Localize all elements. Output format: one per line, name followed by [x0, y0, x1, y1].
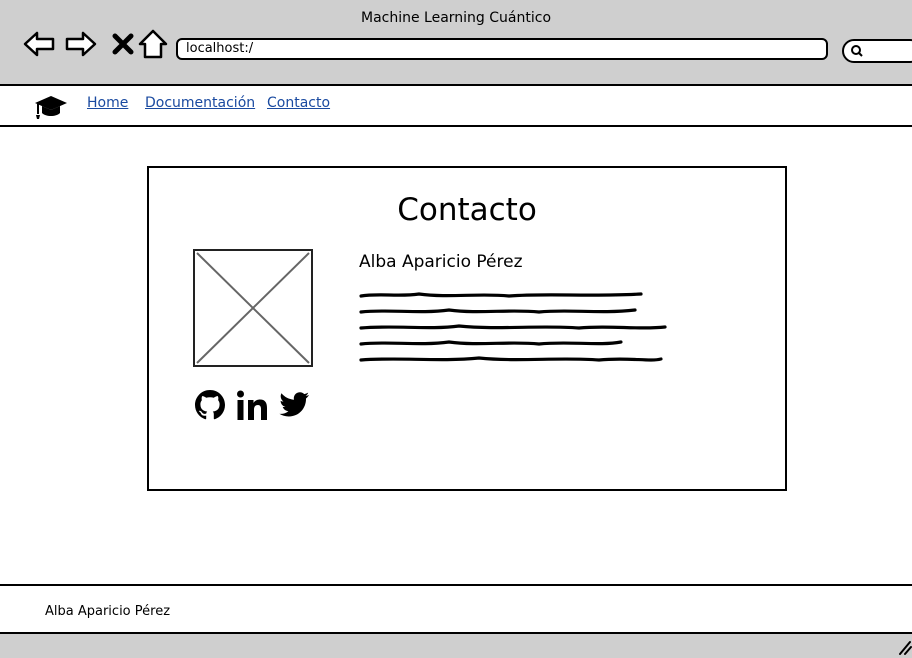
nav-link-documentacion[interactable]: Documentación: [145, 95, 255, 111]
home-icon[interactable]: [136, 27, 170, 61]
address-bar[interactable]: localhost:/: [176, 38, 828, 60]
image-placeholder: [193, 249, 313, 367]
twitter-icon[interactable]: [277, 388, 311, 422]
nav-link-home[interactable]: Home: [87, 95, 128, 111]
site-navbar: Home Documentación Contacto: [0, 86, 912, 127]
footer-text: Alba Aparicio Pérez: [45, 604, 171, 619]
page-title: Contacto: [397, 192, 537, 228]
contact-card: Contacto Alba Aparicio Pérez: [147, 166, 787, 491]
forward-icon[interactable]: [64, 27, 98, 61]
close-icon[interactable]: [106, 27, 140, 61]
back-icon[interactable]: [22, 27, 56, 61]
window-title: Machine Learning Cuántico: [360, 10, 552, 26]
nav-link-contacto[interactable]: Contacto: [267, 95, 330, 111]
contact-name: Alba Aparicio Pérez: [359, 252, 523, 272]
site-footer: Alba Aparicio Pérez: [0, 584, 912, 634]
graduation-cap-icon[interactable]: [34, 94, 68, 120]
browser-chrome: Machine Learning Cuántico localhost:/: [0, 0, 912, 86]
github-icon[interactable]: [193, 388, 227, 422]
resize-grip-icon[interactable]: [898, 638, 912, 656]
search-button[interactable]: [842, 39, 912, 63]
placeholder-text-block: [359, 292, 667, 362]
linkedin-icon[interactable]: [235, 388, 269, 422]
status-bar: [0, 634, 912, 658]
search-icon: [851, 45, 863, 57]
